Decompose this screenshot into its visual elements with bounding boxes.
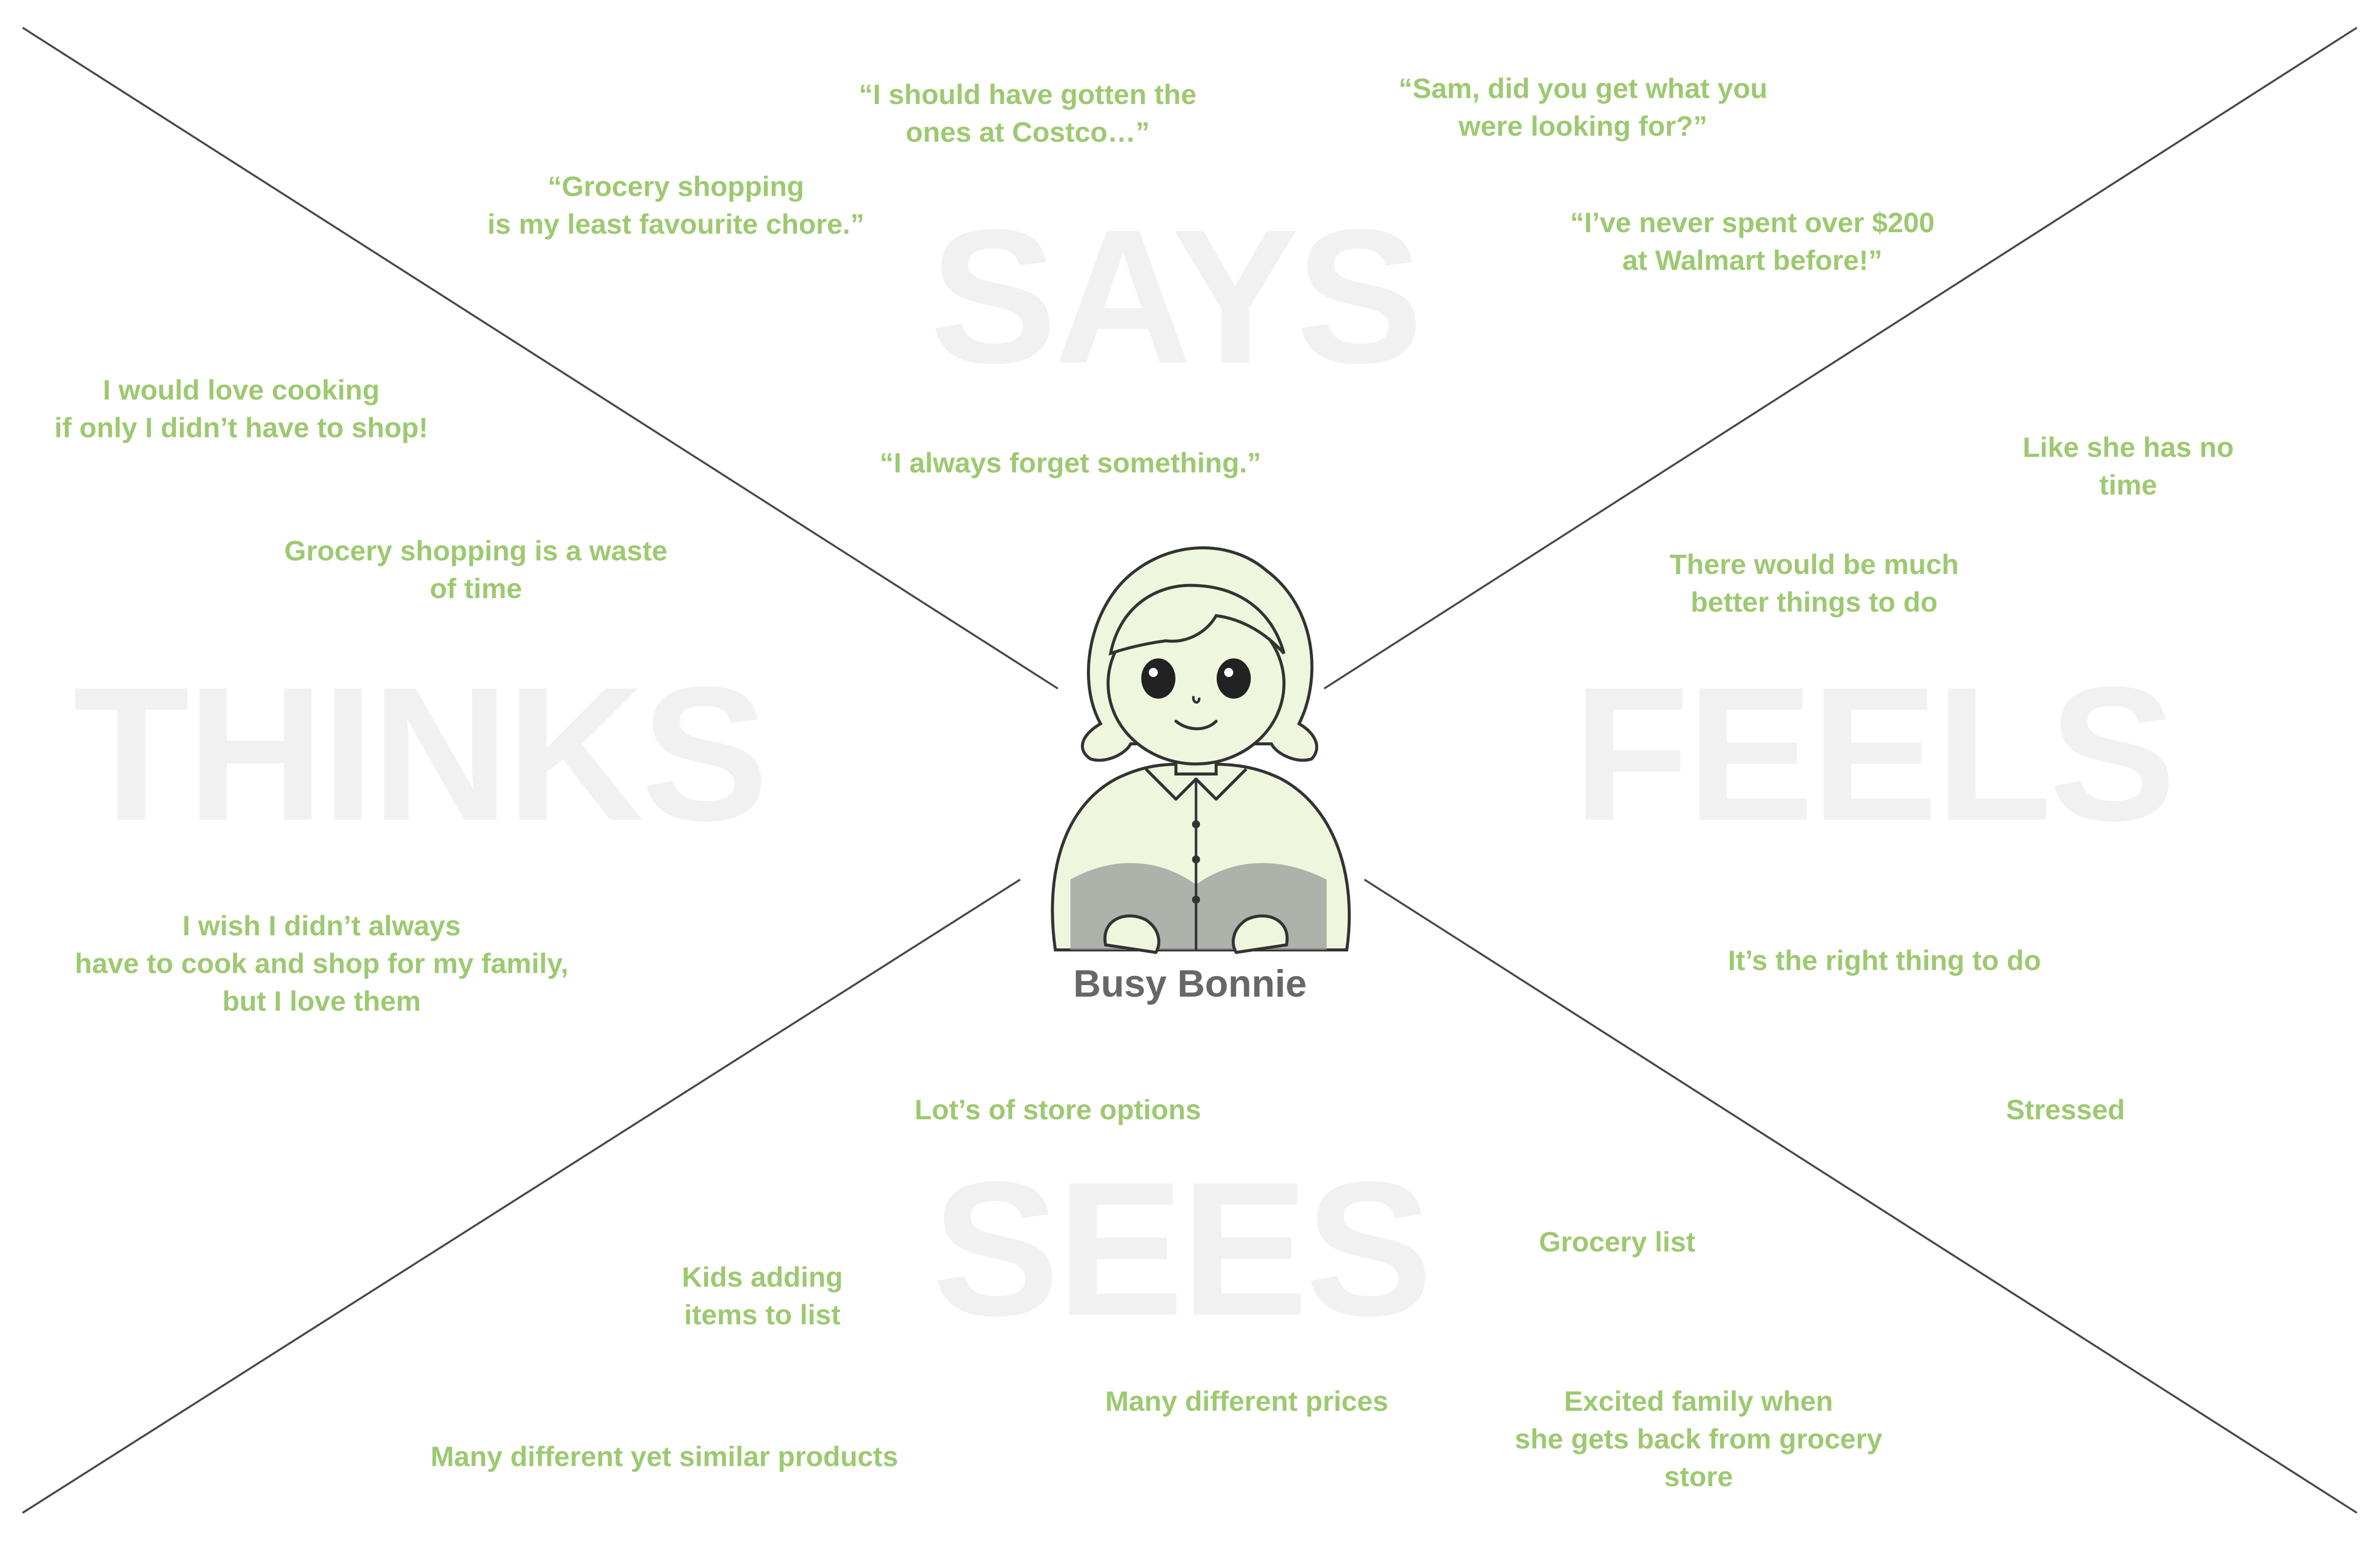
feels-note: Stressed	[2006, 1094, 2125, 1125]
sees-note: Lot’s of store options	[914, 1094, 1202, 1125]
sees-note: Many different yet similar products	[430, 1440, 899, 1472]
thinks-note: I wish I didn’t always have to cook and …	[74, 910, 569, 1017]
says-note: “Grocery shopping is my least favourite …	[487, 170, 865, 240]
sees-note: Excited family when she gets back from g…	[1515, 1385, 1882, 1492]
says-note: “I should have gotten the ones at Costco…	[858, 78, 1197, 148]
thinks-note: Grocery shopping is a waste of time	[284, 535, 668, 604]
quadrant-label-thinks: THINKS	[73, 647, 768, 860]
persona-name: Busy Bonnie	[1073, 962, 1307, 1005]
says-note: “Sam, did you get what you were looking …	[1398, 72, 1768, 142]
feels-note: There would be much better things to do	[1669, 548, 1959, 618]
says-note: “I always forget something.”	[879, 447, 1261, 478]
persona-avatar	[1051, 546, 1351, 954]
feels-note: Like she has no time	[2022, 431, 2234, 501]
empathy-map: SAYS THINKS FEELS SEES “I should have go…	[0, 0, 2380, 1546]
sees-note: Grocery list	[1539, 1226, 1696, 1258]
thinks-note: I would love cooking if only I didn’t ha…	[54, 374, 428, 443]
says-note: “I’ve never spent over $200 at Walmart b…	[1570, 207, 1935, 276]
quadrant-label-feels: FEELS	[1573, 647, 2176, 860]
quadrant-label-sees: SEES	[932, 1142, 1433, 1356]
sees-note: Kids adding items to list	[681, 1261, 843, 1330]
quadrant-label-says: SAYS	[930, 189, 1423, 403]
sees-note: Many different prices	[1105, 1385, 1389, 1417]
feels-note: It’s the right thing to do	[1728, 944, 2041, 976]
